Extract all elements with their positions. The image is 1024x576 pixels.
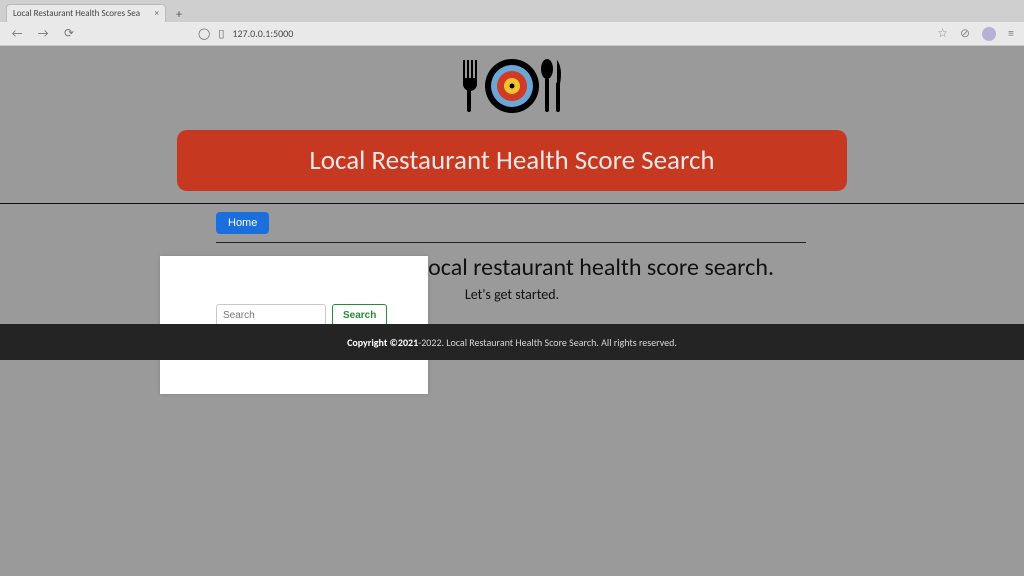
home-button[interactable]: Home [216, 212, 269, 234]
close-icon[interactable]: × [155, 8, 159, 19]
search-button[interactable]: Search [332, 304, 387, 326]
reload-icon[interactable]: ⟳ [62, 26, 76, 41]
page-icon: ▯ [218, 27, 224, 40]
plate-target-icon [457, 56, 567, 116]
bookmark-icon[interactable]: ☆ [937, 26, 948, 41]
hero-banner: Local Restaurant Health Score Search [177, 130, 847, 191]
url-text[interactable]: 127.0.0.1:5000 [232, 27, 293, 40]
tracking-icon[interactable]: ⊘ [960, 26, 970, 41]
shield-icon[interactable]: ◯ [198, 27, 210, 40]
page-subhead: Let's get started. [0, 286, 1024, 303]
site-logo [457, 56, 567, 116]
profile-avatar[interactable] [982, 27, 996, 41]
new-tab-button[interactable]: + [170, 8, 188, 22]
tab-title: Local Restaurant Health Scores Sea [13, 8, 140, 19]
browser-tabbar: Local Restaurant Health Scores Sea × + [0, 0, 1024, 22]
menu-icon[interactable]: ≡ [1008, 27, 1014, 41]
footer-rest: -2022. Local Restaurant Health Score Sea… [418, 336, 677, 349]
browser-tab[interactable]: Local Restaurant Health Scores Sea × [6, 4, 166, 22]
search-input[interactable] [216, 304, 326, 326]
nav-underline [216, 242, 806, 243]
hero-title: Local Restaurant Health Score Search [309, 144, 714, 177]
footer: Copyright ©2021-2022. Local Restaurant H… [0, 324, 1024, 360]
forward-icon[interactable]: → [36, 27, 50, 41]
browser-navbar: ← → ⟳ ◯ ▯ 127.0.0.1:5000 ☆ ⊘ ≡ [0, 22, 1024, 46]
back-icon[interactable]: ← [10, 27, 24, 41]
page-headline: Welcome to your local restaurant health … [0, 253, 1024, 282]
footer-bold: Copyright ©2021 [347, 336, 418, 349]
page-viewport: Local Restaurant Health Score Search Hom… [0, 46, 1024, 576]
